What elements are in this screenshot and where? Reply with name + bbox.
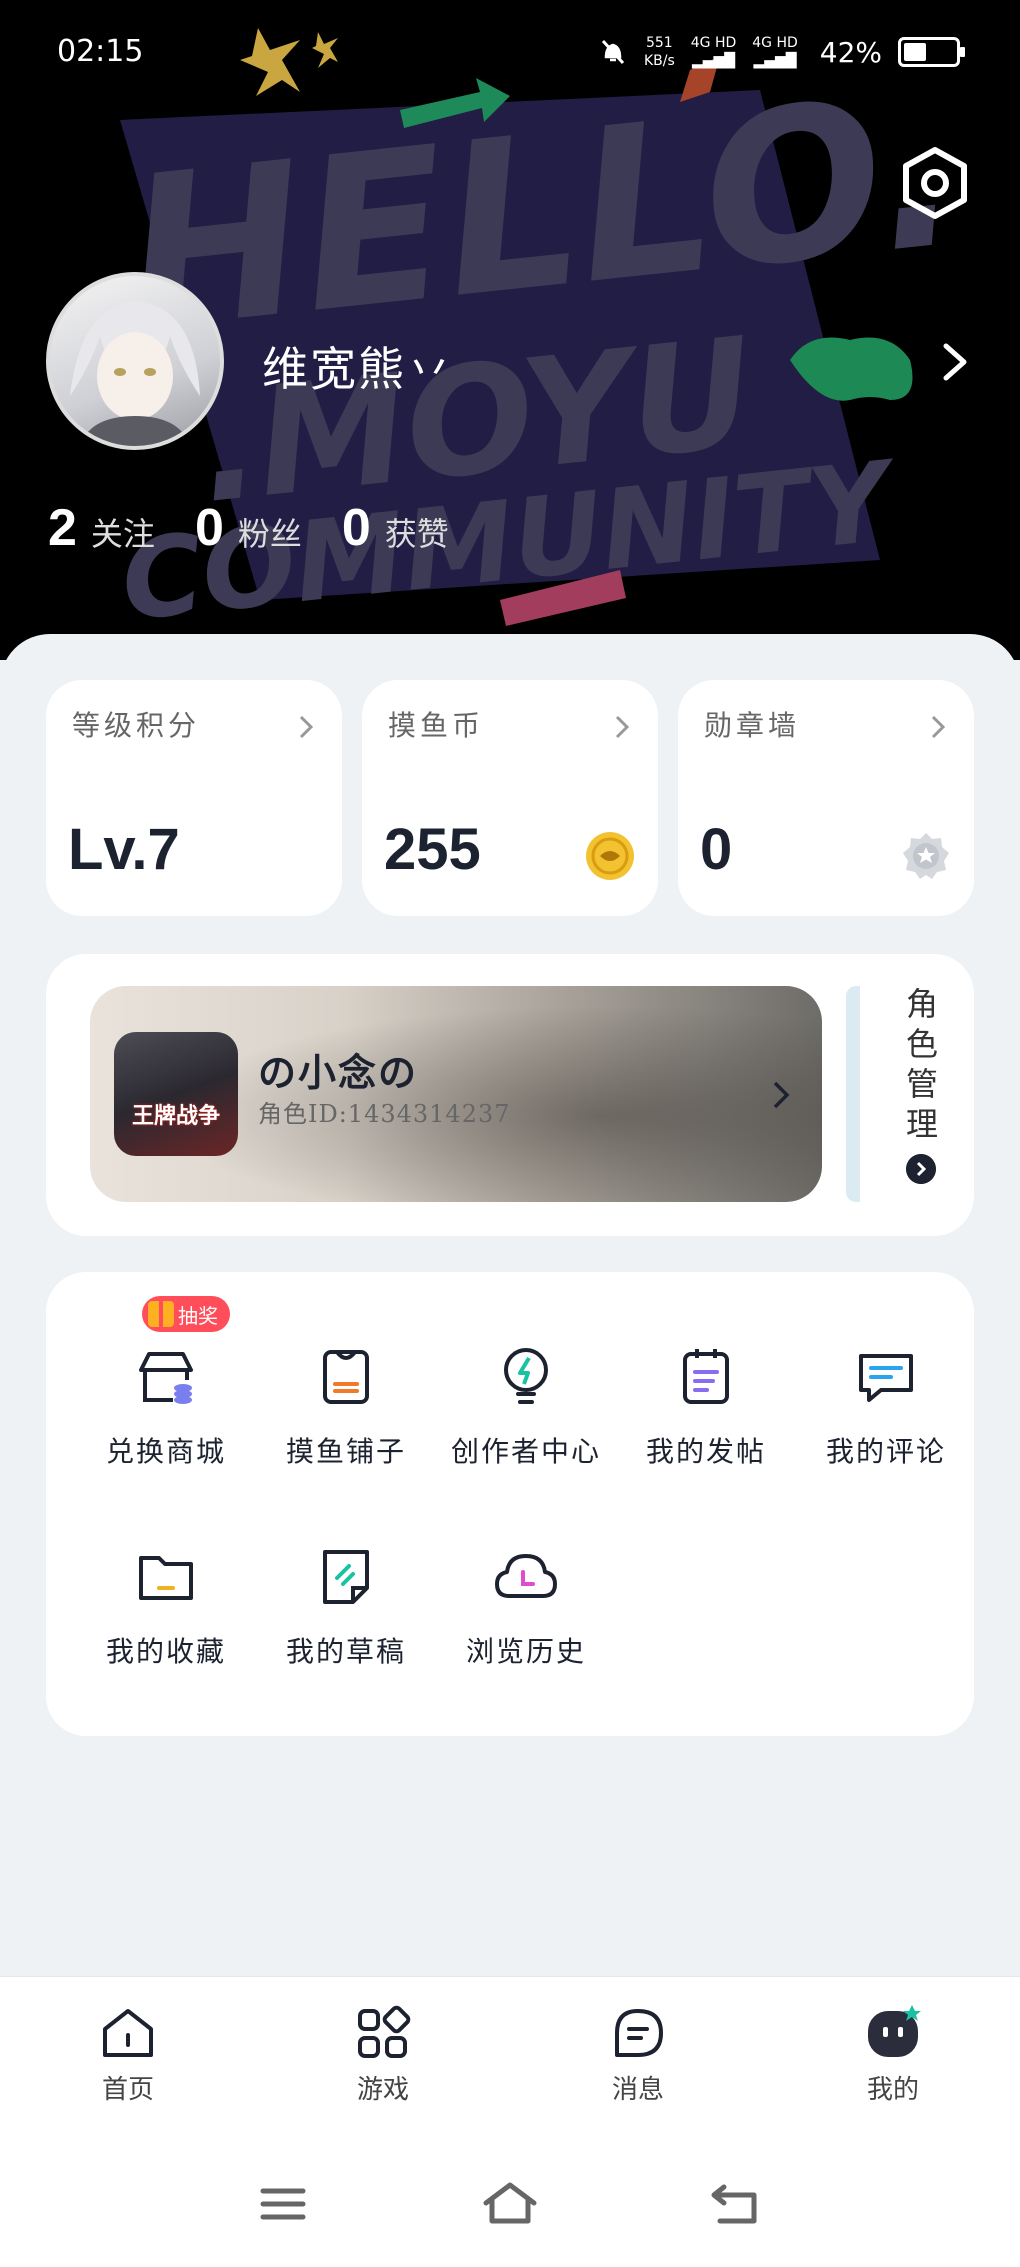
menu-creator-center[interactable]: 创作者中心: [436, 1344, 616, 1504]
fish-coin-card[interactable]: 摸鱼币 255: [362, 680, 658, 916]
nav-games[interactable]: 游戏: [323, 2005, 443, 2106]
battery-level: [904, 43, 926, 61]
medal-icon: [903, 833, 949, 879]
mute-bell-icon: [601, 39, 625, 65]
lightbulb-icon: [504, 1348, 548, 1404]
system-nav-bar: [0, 2171, 1020, 2241]
role-id: 角色ID:1434314237: [258, 1100, 511, 1128]
comment-icon: [859, 1354, 913, 1402]
me-face-icon: [868, 2005, 921, 2057]
chevron-right-icon: [615, 715, 630, 739]
menu-icon[interactable]: [255, 2181, 311, 2227]
bottom-navigation: 首页 游戏 消息 我的: [0, 1976, 1020, 2267]
shopping-bag-icon: [323, 1350, 369, 1404]
menu-my-comments[interactable]: 我的评论: [796, 1344, 976, 1504]
profile-header: HELLO. .MOYU COMMUNITY 02:15 551 KB/s 4G…: [0, 0, 1020, 660]
home-button-icon[interactable]: [482, 2181, 538, 2227]
nav-me[interactable]: 我的: [833, 2005, 953, 2106]
notepad-icon: [683, 1349, 729, 1404]
nav-messages[interactable]: 消息: [578, 2005, 698, 2106]
signal-sim2: 4G HD ▂▄▆█: [752, 35, 798, 69]
role-name: の小念の: [258, 1050, 419, 1095]
chevron-right-icon: [299, 715, 314, 739]
status-icons: 551 KB/s 4G HD ▂▄▆█ 4G HD ▂▄▆█ 42%: [598, 34, 965, 70]
role-manage-label[interactable]: 角色管理: [902, 984, 942, 1144]
history-cloud-icon: [495, 1554, 557, 1598]
battery-icon: [898, 37, 965, 67]
gift-icon: [148, 1301, 174, 1327]
lottery-badge[interactable]: 抽奖: [142, 1296, 230, 1332]
menu-my-favorites[interactable]: 我的收藏: [76, 1544, 256, 1704]
signal-bars-icon: ▂▄▆█: [753, 53, 797, 69]
avatar-image: [70, 301, 200, 446]
stat-followers[interactable]: 0 粉丝: [195, 498, 302, 558]
status-bar: 02:15 551 KB/s 4G HD ▂▄▆█ 4G HD ▂▄▆█ 42%: [0, 0, 1020, 110]
level-points-card[interactable]: 等级积分 Lv.7: [46, 680, 342, 916]
fish-coin-icon: [586, 832, 634, 880]
game-role-banner[interactable]: 王牌战争 の小念の 角色ID:1434314237: [90, 986, 822, 1202]
nav-home[interactable]: 首页: [68, 2005, 188, 2106]
settings-icon[interactable]: [898, 146, 972, 220]
username[interactable]: 维宽熊丷: [262, 333, 454, 399]
battery-percent: 42%: [819, 35, 882, 69]
profile-screen: HELLO. .MOYU COMMUNITY 02:15 551 KB/s 4G…: [0, 0, 1020, 2267]
stat-following[interactable]: 2 关注: [48, 498, 155, 558]
status-time: 02:15: [57, 34, 144, 69]
chevron-right-icon[interactable]: [940, 340, 970, 384]
chevron-right-icon: [931, 715, 946, 739]
menu-browse-history[interactable]: 浏览历史: [436, 1544, 616, 1704]
medal-wall-card[interactable]: 勋章墙 0: [678, 680, 974, 916]
menu-my-posts[interactable]: 我的发帖: [616, 1344, 796, 1504]
store-icon: [139, 1352, 193, 1404]
back-icon[interactable]: [708, 2181, 764, 2227]
home-icon: [103, 2009, 153, 2057]
message-icon: [615, 2009, 663, 2057]
avatar[interactable]: [46, 272, 224, 450]
menu-my-drafts[interactable]: 我的草稿: [256, 1544, 436, 1704]
folder-icon: [139, 1556, 193, 1600]
profile-stats: 2 关注 0 粉丝 0 获赞: [48, 498, 489, 558]
feature-menu: 抽奖 兑换商城 摸鱼铺子 创作者中心 我的发帖 我的评论 我的收藏 我的草稿 浏…: [46, 1272, 974, 1736]
menu-fish-shop[interactable]: 摸鱼铺子: [256, 1344, 436, 1504]
menu-exchange-mall[interactable]: 兑换商城: [76, 1344, 256, 1504]
signal-bars-icon: ▂▄▆█: [691, 53, 736, 69]
game-icon: 王牌战争: [114, 1032, 238, 1156]
next-role-peek: [846, 986, 860, 1202]
draft-note-icon: [323, 1550, 369, 1604]
stat-likes[interactable]: 0 获赞: [342, 498, 449, 558]
chevron-right-circle-icon[interactable]: [906, 1154, 936, 1184]
apps-grid-icon: [358, 2005, 411, 2058]
network-speed: 551 KB/s: [643, 35, 675, 69]
game-role-card: 王牌战争 の小念の 角色ID:1434314237 角色管理: [46, 954, 974, 1236]
chevron-right-icon: [773, 1081, 790, 1109]
signal-sim1: 4G HD ▂▄▆█: [690, 35, 737, 69]
